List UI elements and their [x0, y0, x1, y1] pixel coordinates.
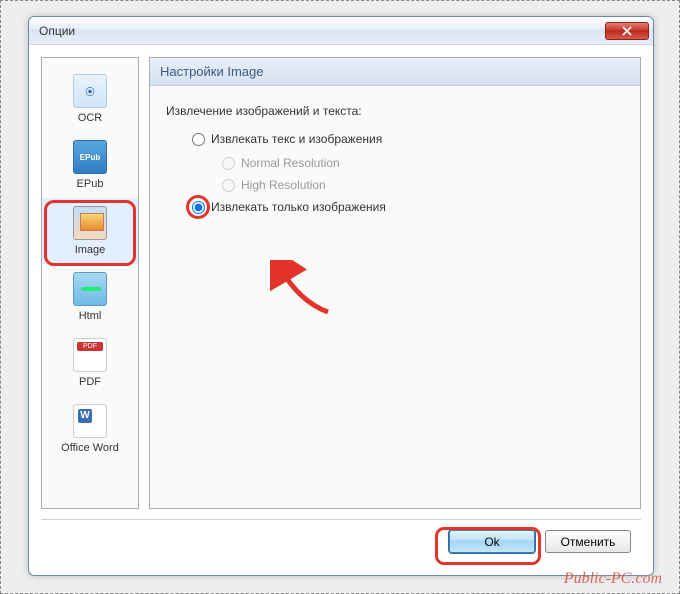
panel-header: Настройки Image	[150, 58, 640, 86]
sidebar-label: OCR	[78, 112, 102, 124]
sidebar-label: Html	[79, 310, 102, 322]
category-sidebar: ⦿ OCR EPub EPub Image Html	[41, 57, 139, 509]
radio-input	[222, 157, 235, 170]
titlebar: Опции	[29, 17, 653, 45]
epub-icon: EPub	[73, 140, 107, 174]
close-button[interactable]	[605, 22, 649, 40]
image-icon	[73, 206, 107, 240]
word-icon	[73, 404, 107, 438]
dialog-window: Опции ⦿ OCR EPub EPub Image	[28, 16, 654, 576]
radio-option-text-and-images[interactable]: Извлекать текс и изображения	[192, 132, 624, 146]
radio-input	[222, 179, 235, 192]
pdf-icon	[73, 338, 107, 372]
watermark: Public-PC.com	[564, 570, 662, 588]
radio-label: Извлекать только изображения	[211, 200, 386, 214]
sidebar-item-pdf[interactable]: PDF	[42, 330, 138, 396]
window-title: Опции	[39, 24, 605, 38]
sidebar-label: EPub	[77, 178, 104, 190]
sidebar-item-html[interactable]: Html	[42, 264, 138, 330]
radio-label: Извлекать текс и изображения	[211, 132, 382, 146]
settings-panel: Настройки Image Извлечение изображений и…	[149, 57, 641, 509]
button-bar: Ok Отменить	[41, 519, 641, 563]
radio-input[interactable]	[192, 201, 205, 214]
sidebar-label: PDF	[79, 376, 101, 388]
ocr-icon: ⦿	[73, 74, 107, 108]
radio-label: Normal Resolution	[241, 156, 340, 170]
sidebar-item-word[interactable]: Office Word	[42, 396, 138, 462]
radio-input[interactable]	[192, 133, 205, 146]
close-icon	[622, 26, 632, 36]
ok-button[interactable]: Ok	[449, 530, 535, 553]
sidebar-item-ocr[interactable]: ⦿ OCR	[42, 66, 138, 132]
cancel-button[interactable]: Отменить	[545, 530, 631, 553]
sidebar-item-epub[interactable]: EPub EPub	[42, 132, 138, 198]
radio-option-high-res: High Resolution	[192, 178, 624, 192]
html-icon	[73, 272, 107, 306]
section-title: Извлечение изображений и текста:	[166, 104, 624, 118]
radio-option-normal-res: Normal Resolution	[192, 156, 624, 170]
radio-label: High Resolution	[241, 178, 326, 192]
sidebar-label: Image	[75, 244, 106, 256]
radio-option-images-only[interactable]: Извлекать только изображения	[192, 200, 624, 214]
sidebar-item-image[interactable]: Image	[42, 198, 138, 264]
sidebar-label: Office Word	[61, 442, 119, 454]
